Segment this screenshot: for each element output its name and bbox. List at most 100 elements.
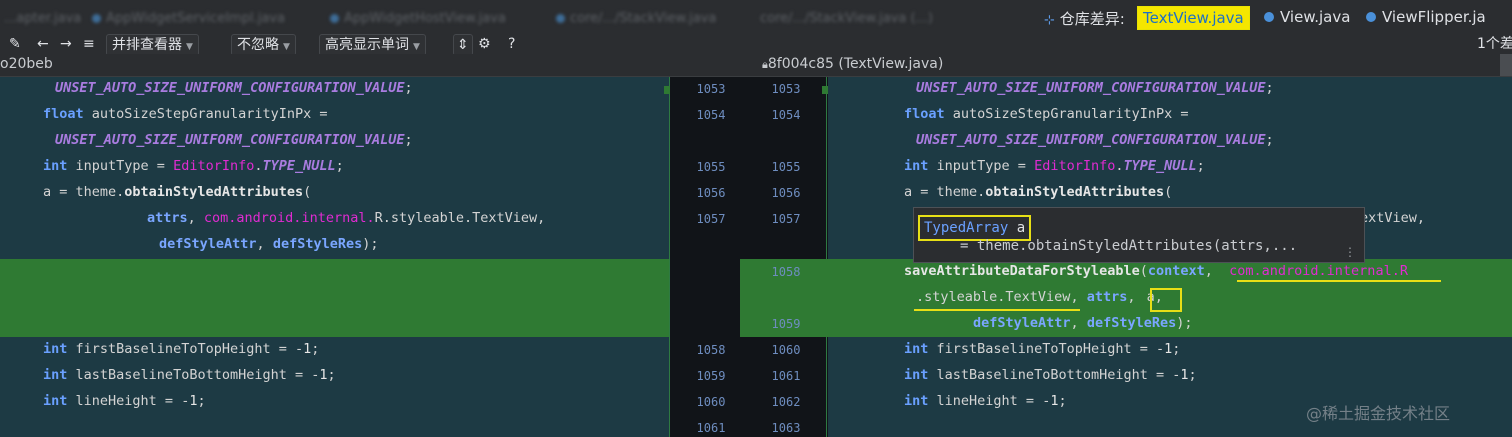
tab-blurred-3-label: AppWidgetHostView.java — [344, 11, 506, 26]
code-token: obtainStyledAttributes — [124, 184, 304, 200]
tab-blurred-3[interactable]: AppWidgetHostView.java — [330, 11, 506, 26]
highlight-dropdown[interactable]: 高亮显示单词 ▼ — [319, 34, 426, 56]
code-token: UNSET_AUTO_SIZE_UNIFORM_CONFIGURATION_VA… — [916, 132, 1266, 148]
code-line: int firstBaselineToTopHeight = -1; — [904, 341, 1181, 357]
code-line: int inputType = EditorInfo.TYPE_NULL; — [43, 158, 344, 174]
code-token: inputType = — [936, 158, 1035, 174]
tab-viewflipper-label: ViewFlipper.ja — [1382, 8, 1486, 26]
code-token: EditorInfo — [1034, 158, 1116, 174]
code-token: lastBaselineToBottomHeight = - — [75, 367, 320, 383]
tab-diff-label[interactable]: ⊹ 仓库差异: — [1044, 8, 1125, 29]
code-token: float — [43, 106, 84, 122]
code-token: R.styleable.TextView, — [374, 210, 546, 226]
code-token: int — [904, 158, 929, 174]
code-line: defStyleAttr, defStyleRes); — [159, 236, 379, 252]
gear-icon[interactable]: ⚙ — [478, 34, 491, 54]
arrow-left-icon[interactable]: ← — [37, 34, 49, 54]
list-icon[interactable]: ≡ — [83, 34, 95, 54]
tab-view-java[interactable]: View.java — [1264, 8, 1350, 26]
line-number: 1060 — [771, 343, 801, 357]
tooltip-type: TypedArray — [924, 220, 1009, 236]
code-token: context — [1147, 263, 1205, 279]
java-file-icon — [92, 14, 101, 23]
line-number-gutter — [669, 77, 828, 437]
diff-icon: ⊹ — [1044, 13, 1055, 28]
code-line: UNSET_AUTO_SIZE_UNIFORM_CONFIGURATION_VA… — [55, 132, 413, 148]
arrow-right-icon[interactable]: → — [60, 34, 72, 54]
code-line: int lineHeight = -1; — [43, 393, 206, 409]
line-number: 1056 — [771, 186, 801, 200]
line-number: 1058 — [696, 343, 726, 357]
ignore-dropdown[interactable]: 不忽略 ▼ — [231, 34, 296, 56]
line-number: 1058 — [771, 265, 801, 279]
tab-textview-active[interactable]: TextView.java — [1137, 6, 1250, 30]
chevron-down-icon: ▼ — [186, 42, 193, 52]
watermark: @稀土掘金技术社区 — [1306, 404, 1451, 423]
tab-blurred-1[interactable]: ...apter.java — [4, 11, 81, 26]
code-line: UNSET_AUTO_SIZE_UNIFORM_CONFIGURATION_VA… — [55, 80, 413, 96]
code-token: a = theme. — [904, 184, 986, 200]
code-token: int — [904, 367, 929, 383]
code-token: int — [904, 393, 929, 409]
line-number: 1057 — [771, 212, 801, 226]
code-token: defStyleAttr — [159, 236, 257, 252]
code-token: 1 — [1164, 341, 1173, 357]
change-marker-left[interactable] — [664, 86, 670, 94]
code-token: UNSET_AUTO_SIZE_UNIFORM_CONFIGURATION_VA… — [55, 80, 405, 96]
line-number: 1053 — [696, 82, 726, 96]
help-button[interactable]: ? — [508, 34, 515, 54]
viewer-dropdown[interactable]: 并排查看器 ▼ — [106, 34, 199, 56]
code-line: int lastBaselineToBottomHeight = -1; — [43, 367, 336, 383]
right-revision: 🔒︎8f004c85 (TextView.java) — [762, 56, 943, 72]
code-token: attrs — [1086, 289, 1128, 305]
java-file-icon — [330, 14, 339, 23]
line-number: 1062 — [771, 395, 801, 409]
collapse-icon[interactable]: ⇕ — [453, 34, 473, 56]
tab-viewflipper-java[interactable]: ViewFlipper.ja — [1366, 8, 1486, 26]
revision-path-bar: o20beb 🔒︎8f004c85 (TextView.java) — [0, 54, 1512, 77]
code-token: 1 — [189, 393, 198, 409]
code-line: a = theme.obtainStyledAttributes( — [904, 184, 1173, 200]
code-token: defStyleRes — [272, 236, 363, 252]
code-token: UNSET_AUTO_SIZE_UNIFORM_CONFIGURATION_VA… — [55, 132, 405, 148]
code-token: int — [43, 158, 68, 174]
tab-blurred-5[interactable]: core/.../StackView.java (...) — [760, 11, 933, 26]
diff-toolbar: ✎ ← → ≡ 并排查看器 ▼ 不忽略 ▼ 高亮显示单词 ▼ ⇕ ⚙ ? 1个差 — [0, 34, 1512, 56]
line-number: 1054 — [696, 108, 726, 122]
chevron-down-icon: ▼ — [413, 42, 420, 52]
line-number: 1053 — [771, 82, 801, 96]
line-number: 1057 — [696, 212, 726, 226]
gutter-divider-left — [669, 77, 670, 437]
code-line: int inputType = EditorInfo.TYPE_NULL; — [904, 158, 1205, 174]
code-token: 1 — [1180, 367, 1189, 383]
change-marker-right[interactable] — [822, 86, 828, 94]
code-token: .styleable.TextView — [916, 289, 1071, 305]
more-options-icon[interactable]: ⋮ — [1344, 245, 1356, 259]
viewer-dropdown-label: 并排查看器 — [112, 37, 182, 53]
java-file-icon — [556, 14, 565, 23]
line-number: 1059 — [771, 317, 801, 331]
code-token: autoSizeStepGranularityInPx = — [91, 106, 328, 122]
highlight-box — [1150, 288, 1182, 312]
tab-view-java-label: View.java — [1280, 8, 1351, 26]
tooltip-expression: = theme.obtainStyledAttributes(attrs,... — [960, 238, 1298, 254]
code-line: a = theme.obtainStyledAttributes( — [43, 184, 312, 200]
highlight-underline — [1237, 280, 1441, 282]
code-token: defStyleAttr — [973, 315, 1071, 331]
left-revision-label: o20beb — [0, 56, 53, 72]
chevron-down-icon: ▼ — [283, 42, 290, 52]
code-line: UNSET_AUTO_SIZE_UNIFORM_CONFIGURATION_VA… — [916, 132, 1274, 148]
line-number: 1055 — [771, 160, 801, 174]
tab-blurred-2[interactable]: AppWidgetServiceImpl.java — [92, 11, 285, 26]
added-block-left — [0, 259, 669, 337]
code-line: int firstBaselineToTopHeight = -1; — [43, 341, 320, 357]
edit-icon[interactable]: ✎ — [9, 34, 21, 54]
ignore-dropdown-label: 不忽略 — [237, 37, 279, 53]
code-token: com.android.internal.R — [1229, 263, 1408, 279]
code-line-partial: extView, — [1360, 210, 1426, 226]
code-token: TYPE_NULL — [262, 158, 336, 174]
code-token: int — [43, 341, 68, 357]
code-token: lineHeight = - — [75, 393, 190, 409]
tab-blurred-4[interactable]: core/.../StackView.java — [556, 11, 716, 26]
scrollbar-thumb[interactable] — [1500, 54, 1512, 76]
